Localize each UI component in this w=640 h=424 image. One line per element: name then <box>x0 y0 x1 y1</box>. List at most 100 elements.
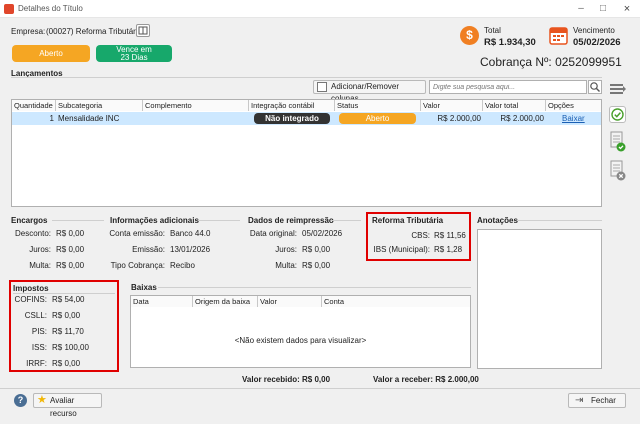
baixas-col-data[interactable]: Data <box>131 296 193 307</box>
reimpressao-title: Dados de reimpressão <box>248 216 334 225</box>
col-quantidade[interactable]: Quantidade <box>12 100 56 111</box>
desconto-label: Desconto: <box>14 229 51 238</box>
book-icon <box>138 26 148 35</box>
anotacoes-title: Anotações <box>477 216 518 225</box>
window-title: Detalhes do Título <box>18 4 83 13</box>
baixas-divider <box>158 287 471 288</box>
total-value: R$ 1.934,30 <box>484 37 536 48</box>
reimpressao-divider <box>331 220 361 221</box>
fechar-label: Fechar <box>591 396 616 405</box>
multa-label: Multa: <box>29 261 51 270</box>
fechar-button[interactable]: ⇥ Fechar <box>568 393 626 408</box>
approve-check-icon[interactable] <box>609 106 626 123</box>
impostos-divider <box>13 293 115 294</box>
valor-a-receber: Valor a receber: R$ 2.000,00 <box>373 375 479 384</box>
search-button[interactable] <box>588 80 602 94</box>
emissao-value: 13/01/2026 <box>170 245 211 254</box>
col-opcoes[interactable]: Opções <box>546 100 601 111</box>
cofins-value: R$ 54,00 <box>52 295 85 304</box>
multa-value: R$ 0,00 <box>56 261 85 270</box>
anotacoes-textarea[interactable] <box>477 229 602 369</box>
baixas-col-origem[interactable]: Origem da baixa <box>193 296 258 307</box>
baixas-empty-message: <Não existem dados para visualizar> <box>234 336 367 345</box>
avaliar-recurso-label: Avaliar recurso <box>50 396 77 418</box>
conta-emissao-label: Conta emissão: <box>109 229 165 238</box>
cbs-value: R$ 11,56 <box>434 231 466 240</box>
data-original-label: Data original: <box>249 229 297 238</box>
minimize-button[interactable]: – <box>570 0 592 18</box>
juros-label: Juros: <box>29 245 51 254</box>
pis-label: PIS: <box>31 327 47 336</box>
close-button[interactable]: × <box>614 0 640 18</box>
tipo-cobranca-label: Tipo Cobrança: <box>110 261 165 270</box>
csll-value: R$ 0,00 <box>52 311 81 320</box>
document-check-icon[interactable] <box>609 131 627 153</box>
pis-value: R$ 11,70 <box>52 327 84 336</box>
table-row[interactable]: 1 Mensalidade INC Não integrado Aberto R… <box>12 112 601 125</box>
total-label: Total <box>484 26 501 35</box>
baixas-col-conta[interactable]: Conta <box>322 296 470 307</box>
baixas-title: Baixas <box>131 283 157 292</box>
vencimento-label: Vencimento <box>573 26 615 35</box>
col-complemento[interactable]: Complemento <box>143 100 249 111</box>
ibs-value: R$ 1,28 <box>434 245 463 254</box>
columns-icon <box>317 82 327 92</box>
irrf-value: R$ 0,00 <box>52 359 81 368</box>
empresa-label: Empresa: <box>11 27 46 36</box>
col-valor-total[interactable]: Valor total <box>483 100 546 111</box>
irrf-label: IRRF: <box>26 359 47 368</box>
status-badge: Aberto <box>12 45 90 62</box>
lancamentos-divider <box>11 77 602 78</box>
app-icon <box>4 4 14 14</box>
star-icon: ★ <box>37 394 47 406</box>
encargos-divider <box>52 220 104 221</box>
reforma-title: Reforma Tributária <box>372 216 444 225</box>
desconto-value: R$ 0,00 <box>56 229 85 238</box>
reimp-multa-label: Multa: <box>275 261 297 270</box>
cobranca-number: Cobrança Nº: 0252099951 <box>480 55 622 69</box>
exit-icon: ⇥ <box>575 395 584 406</box>
row-valor-total: R$ 2.000,00 <box>500 114 544 123</box>
anotacoes-divider <box>518 220 602 221</box>
add-remove-columns-button[interactable]: Adicionar/Remover colunas <box>313 80 426 103</box>
info-adicionais-title: Informações adicionais <box>110 216 199 225</box>
maximize-button[interactable]: □ <box>592 0 614 18</box>
reimp-multa-value: R$ 0,00 <box>302 261 331 270</box>
data-original-value: 05/02/2026 <box>302 229 343 238</box>
encargos-title: Encargos <box>11 216 48 225</box>
calendar-icon <box>549 25 568 45</box>
vencimento-value: 05/02/2026 <box>573 37 621 48</box>
impostos-title: Impostos <box>13 284 49 293</box>
due-badge: Vence em 23 Dias <box>96 45 172 62</box>
row-valor: R$ 2.000,00 <box>437 114 481 123</box>
footer-divider <box>0 388 640 389</box>
document-cancel-icon[interactable] <box>609 160 627 182</box>
reimp-juros-value: R$ 0,00 <box>302 245 331 254</box>
row-quantidade: 1 <box>49 114 54 123</box>
baixas-col-valor[interactable]: Valor <box>258 296 322 307</box>
col-subcategoria[interactable]: Subcategoria <box>56 100 143 111</box>
col-valor[interactable]: Valor <box>421 100 483 111</box>
baixar-link[interactable]: Baixar <box>562 114 585 123</box>
tipo-cobranca-value: Recibo <box>170 261 195 270</box>
due-badge-line2: 23 Dias <box>120 52 148 62</box>
search-input[interactable] <box>429 80 587 94</box>
empresa-details-icon[interactable] <box>136 24 150 37</box>
menu-lines-icon[interactable] <box>609 82 627 96</box>
col-integracao[interactable]: Integração contábil <box>249 100 335 111</box>
cbs-label: CBS: <box>411 231 430 240</box>
search-icon <box>590 82 600 92</box>
iss-value: R$ 100,00 <box>52 343 89 352</box>
dollar-icon: $ <box>460 26 479 45</box>
valor-recebido: Valor recebido: R$ 0,00 <box>242 375 331 384</box>
help-icon[interactable]: ? <box>14 394 27 407</box>
ibs-label: IBS (Municipal): <box>373 245 430 254</box>
integracao-badge: Não integrado <box>254 113 330 124</box>
row-subcategoria: Mensalidade INC <box>58 114 120 123</box>
csll-label: CSLL: <box>24 311 47 320</box>
col-status[interactable]: Status <box>335 100 421 111</box>
empresa-value: (00027) Reforma Tributária <box>46 27 143 36</box>
juros-value: R$ 0,00 <box>56 245 85 254</box>
info-divider <box>198 220 240 221</box>
avaliar-recurso-button[interactable]: ★ Avaliar recurso <box>33 393 102 418</box>
